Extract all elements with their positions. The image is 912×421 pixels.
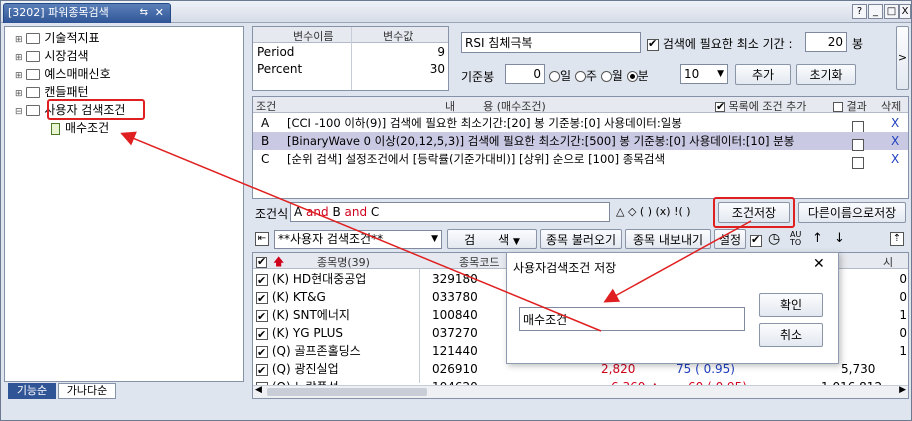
annotation-arrows (120, 131, 752, 332)
arrow-to-dialog-input (603, 220, 752, 303)
arrow-to-tree-item (120, 131, 602, 332)
main-window: [3202] 파워종목검색 ⇆ ✕ ? _ □ X ⊞ 기술적지표 ⊞ 시장검색… (0, 0, 912, 421)
